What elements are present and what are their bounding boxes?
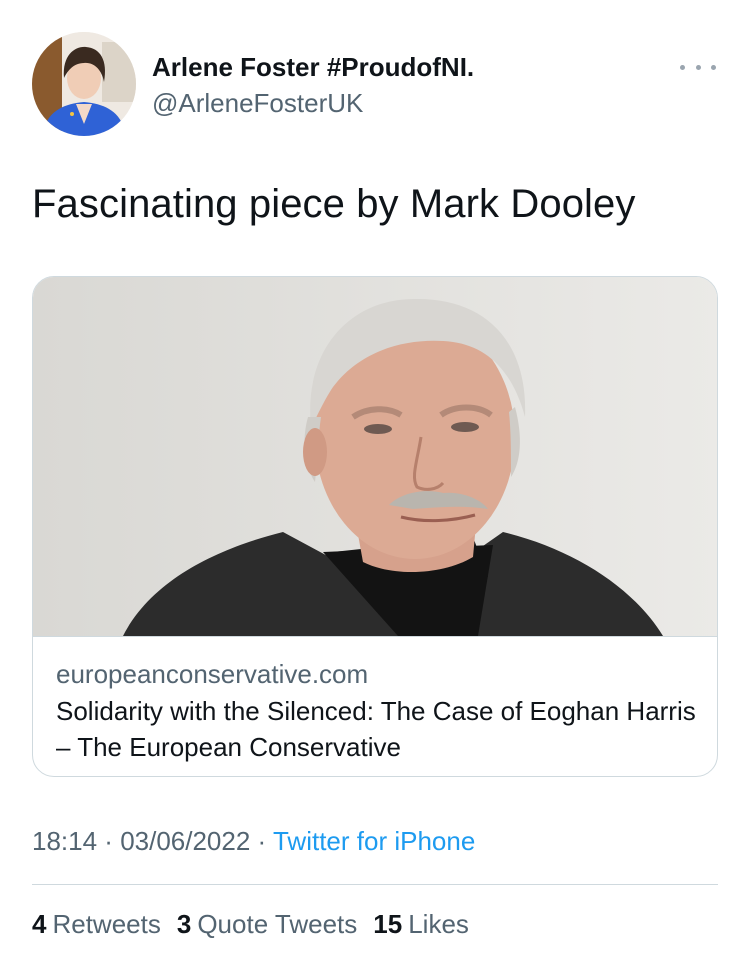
card-image [33,277,717,636]
likes-count: 15 [373,909,403,939]
retweets-label: Retweets [52,909,161,939]
likes-label: Likes [408,909,469,939]
retweets-count: 4 [32,909,47,939]
card-title: Solidarity with the Silenced: The Case o… [56,696,696,762]
dot [680,64,685,70]
author-handle[interactable]: @ArleneFosterUK [152,88,363,119]
card-domain: europeanconservative.com [56,659,369,689]
more-horizontal-icon[interactable] [680,58,716,76]
divider [32,884,718,885]
card-meta: europeanconservative.com Solidarity with… [33,636,717,776]
tweet: Arlene Foster #ProudofNI. @ArleneFosterU… [0,0,750,956]
separator: · [97,826,121,856]
avatar[interactable] [32,32,136,136]
tweet-stats: 4 Retweets 3 Quote Tweets 15 Likes [32,909,469,940]
dot [695,64,701,70]
tweet-time[interactable]: 18:14 [32,826,97,856]
tweet-text: Fascinating piece by Mark Dooley [32,182,636,226]
likes-stat[interactable]: 15 Likes [373,909,469,940]
retweets-stat[interactable]: 4 Retweets [32,909,161,940]
author-display-name[interactable]: Arlene Foster #ProudofNI. [152,52,474,83]
tweet-date[interactable]: 03/06/2022 [120,826,250,856]
avatar-photo [32,32,136,136]
tweet-meta: 18:14 · 03/06/2022 · Twitter for iPhone [32,826,475,857]
separator: · [250,826,273,856]
quote-tweets-stat[interactable]: 3 Quote Tweets [177,909,357,940]
dot [711,64,716,70]
link-card[interactable]: europeanconservative.com Solidarity with… [32,276,718,777]
quote-tweets-count: 3 [176,909,192,939]
tweet-source-link[interactable]: Twitter for iPhone [273,826,475,856]
quote-tweets-label: Quote Tweets [197,909,358,939]
